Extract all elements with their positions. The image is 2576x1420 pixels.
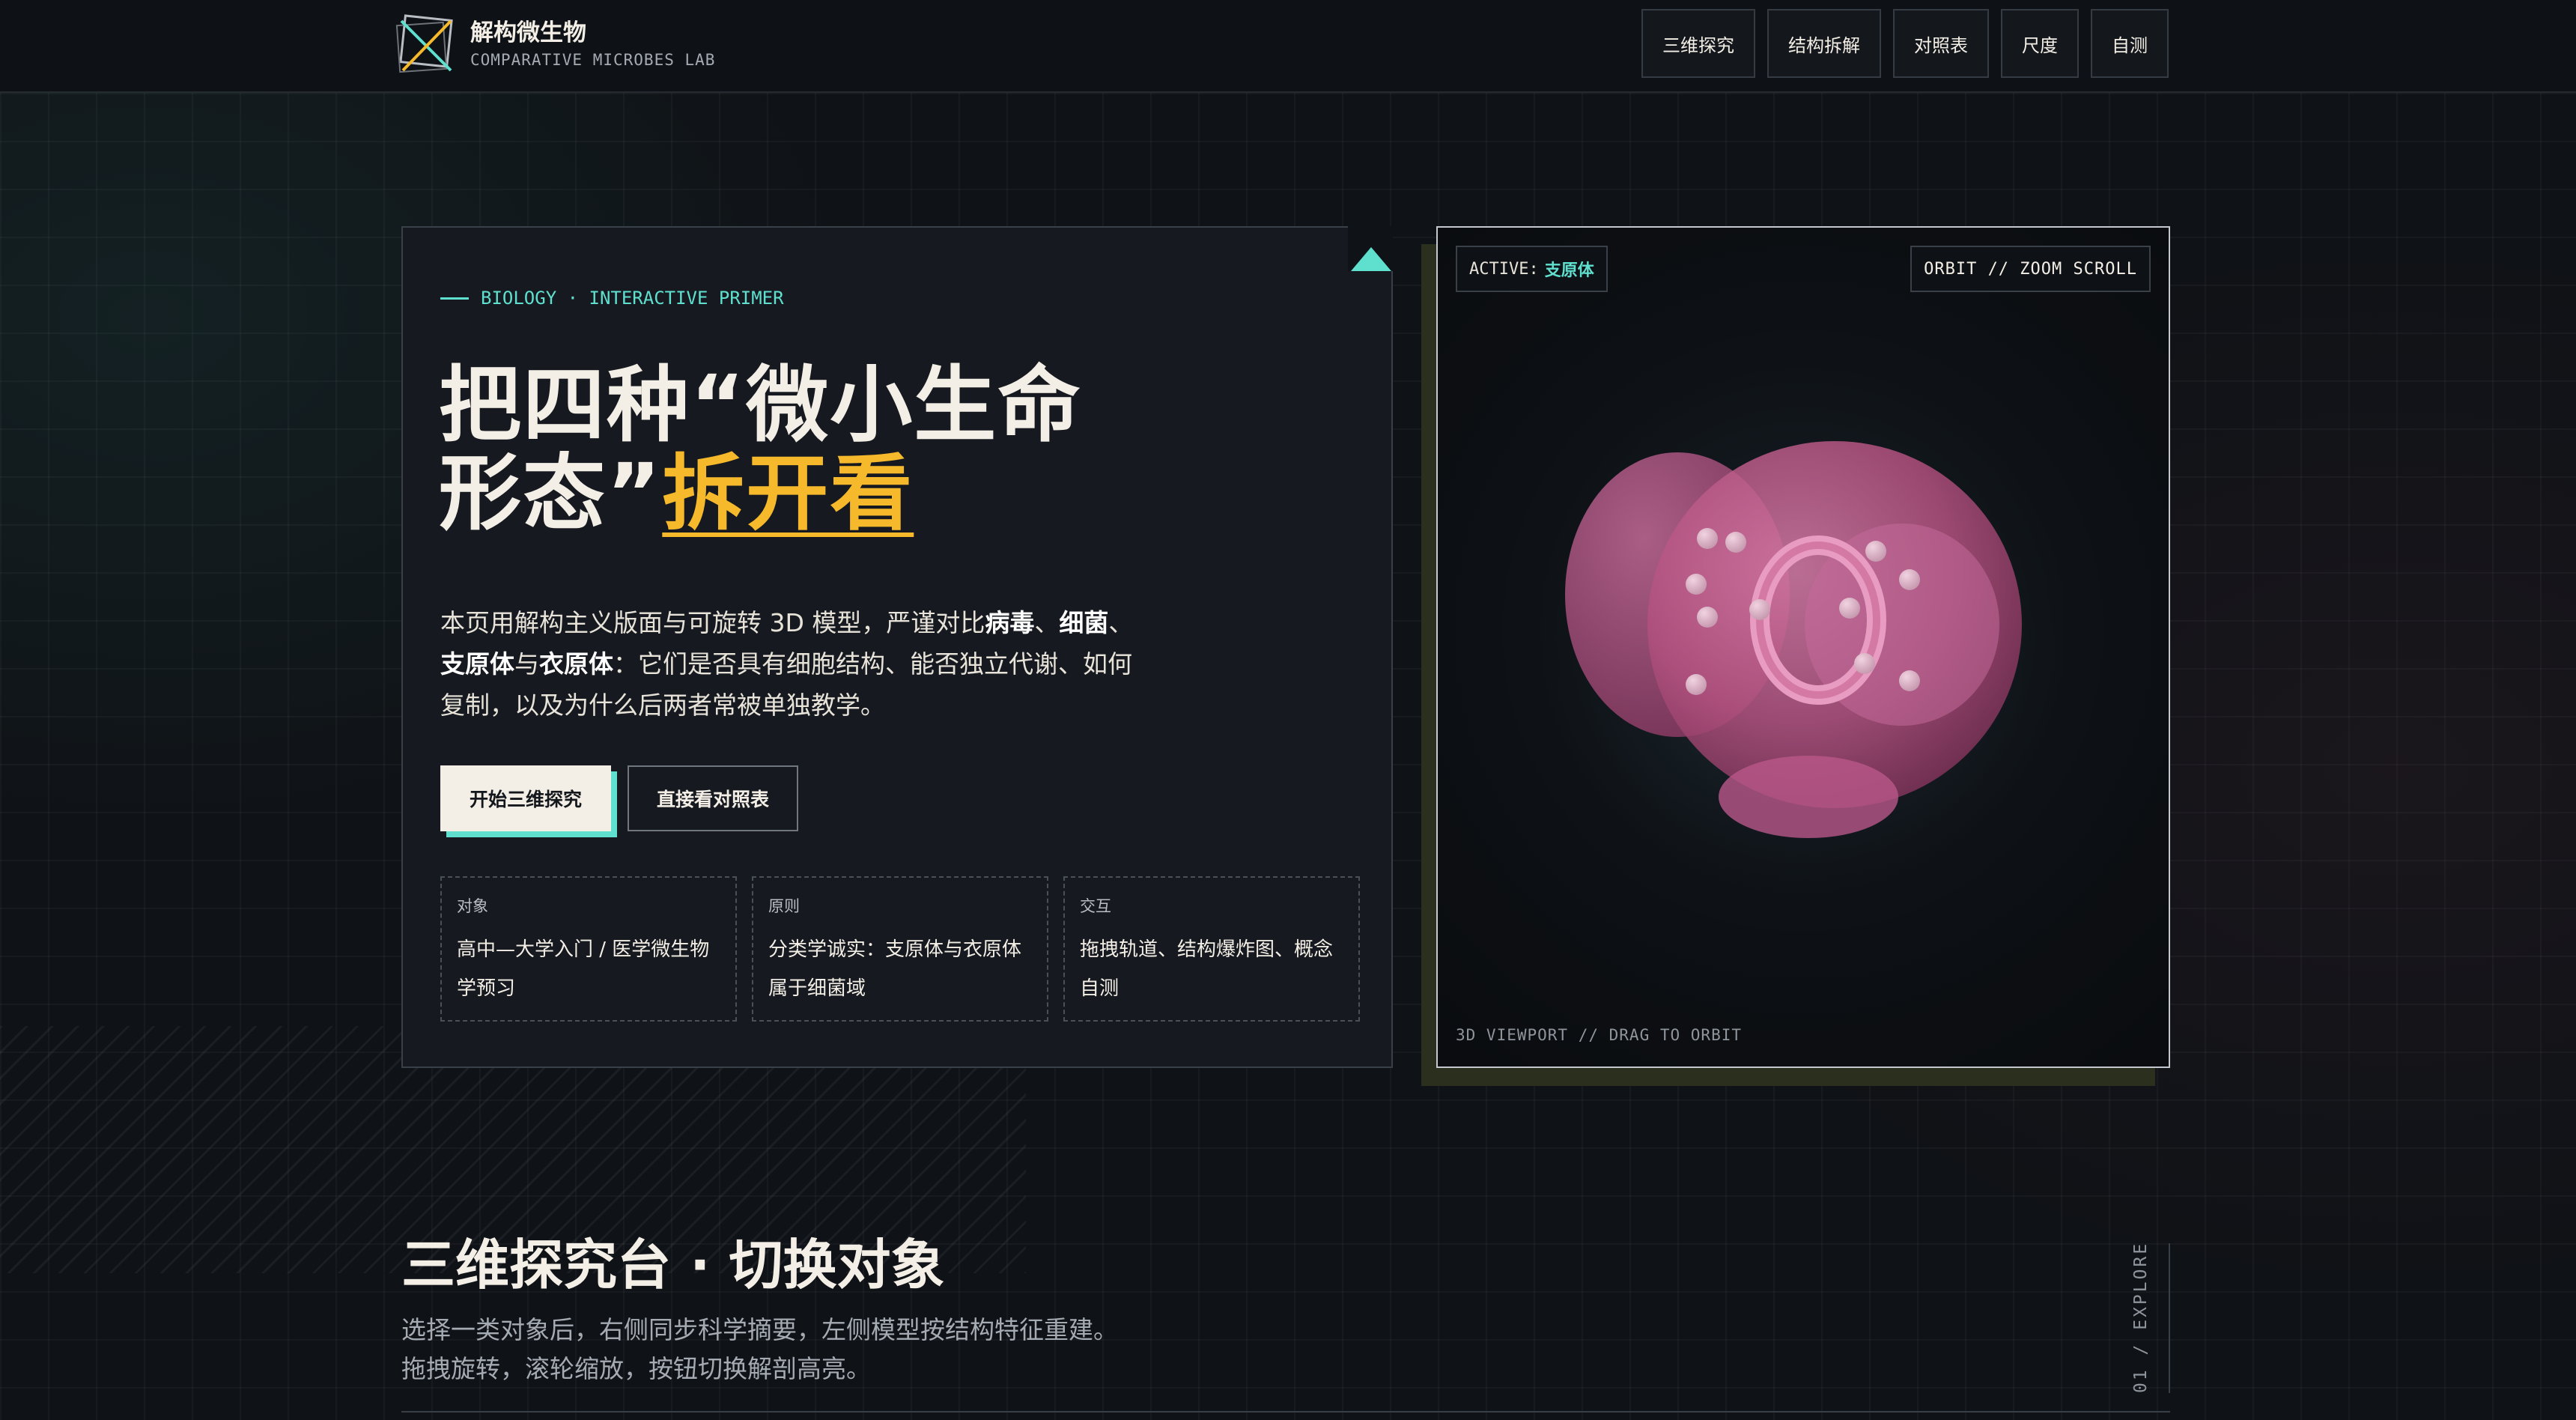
fact-label: 对象 xyxy=(457,897,488,915)
section-divider xyxy=(401,1411,2170,1413)
fact-card-principle: 原则 分类学诚实：支原体与衣原体属于细菌域 xyxy=(752,876,1048,1022)
model-ribosome xyxy=(1686,574,1707,595)
model-ribosome xyxy=(1749,599,1770,620)
main-nav: 三维探究 结构拆解 对照表 尺度 自测 xyxy=(1641,9,2169,78)
fact-card-audience: 对象 高中—大学入门 / 医学微生物学预习 xyxy=(440,876,737,1022)
hero-headline: 把四种“微小生命 形态”拆开看 xyxy=(439,361,1263,538)
lede-mycoplasma: 支原体 xyxy=(440,649,514,679)
model-lobe-bottom xyxy=(1719,756,1898,838)
fact-value: 拖拽轨道、结构爆炸图、概念自测 xyxy=(1080,938,1334,1000)
nav-comparison[interactable]: 对照表 xyxy=(1893,9,1989,78)
brand-subtitle: COMPARATIVE MICROBES LAB xyxy=(470,51,716,69)
section-desc-line1: 选择一类对象后，右侧同步科学摘要，左侧模型按结构特征重建。 xyxy=(401,1315,1118,1344)
viewport-caption: 3D VIEWPORT // DRAG TO ORBIT xyxy=(1456,1026,1743,1044)
active-object-badge: ACTIVE: 支原体 xyxy=(1456,246,1608,292)
nav-quiz[interactable]: 自测 xyxy=(2091,9,2169,78)
corner-triangle-icon xyxy=(1351,247,1391,271)
eyebrow-line xyxy=(440,297,469,300)
start-explore-button[interactable]: 开始三维探究 xyxy=(440,765,611,831)
section-tag-text: 01 / EXPLORE xyxy=(2131,1241,2151,1393)
fact-card-interaction: 交互 拖拽轨道、结构爆炸图、概念自测 xyxy=(1063,876,1360,1022)
active-label: ACTIVE: xyxy=(1469,259,1539,279)
fact-label: 原则 xyxy=(768,897,800,915)
section-desc-line2: 拖拽旋转，滚轮缩放，按钮切换解剖高亮。 xyxy=(401,1354,871,1383)
orbit-hint-badge: ORBIT // ZOOM SCROLL xyxy=(1910,246,2151,292)
lede-sep-2: 、 xyxy=(1108,608,1134,637)
view-table-button[interactable]: 直接看对照表 xyxy=(628,765,798,831)
active-value: 支原体 xyxy=(1544,261,1594,280)
fact-label: 交互 xyxy=(1080,897,1111,915)
hero-lede: 本页用解构主义版面与可旋转 3D 模型，严谨对比病毒、细菌、支原体与衣原体：它们… xyxy=(440,602,1137,726)
model-ribosome xyxy=(1686,674,1707,695)
lede-sep-1: 、 xyxy=(1034,608,1060,637)
nav-structure[interactable]: 结构拆解 xyxy=(1767,9,1881,78)
section-description: 选择一类对象后，右侧同步科学摘要，左侧模型按结构特征重建。 拖拽旋转，滚轮缩放，… xyxy=(401,1311,1225,1389)
logo-icon[interactable] xyxy=(395,10,458,76)
model-ribosome xyxy=(1899,569,1920,590)
model-ribosome xyxy=(1854,653,1875,674)
nav-3d-explore[interactable]: 三维探究 xyxy=(1641,9,1755,78)
headline-highlight: 拆开看 xyxy=(662,446,914,541)
section-tag: 01 / EXPLORE xyxy=(2125,1241,2170,1393)
eyebrow-text: BIOLOGY · INTERACTIVE PRIMER xyxy=(481,288,784,309)
fact-cards: 对象 高中—大学入门 / 医学微生物学预习 原则 分类学诚实：支原体与衣原体属于… xyxy=(440,876,1360,1022)
fact-value: 分类学诚实：支原体与衣原体属于细菌域 xyxy=(768,938,1022,1000)
model-ribosome xyxy=(1725,532,1746,553)
model-ribosome xyxy=(1899,670,1920,691)
mycoplasma-model[interactable] xyxy=(1535,437,2074,902)
headline-line1: 把四种“微小生命 xyxy=(439,357,1082,453)
lede-bacteria: 细菌 xyxy=(1059,608,1109,637)
model-ribosome xyxy=(1865,541,1886,562)
nav-scale[interactable]: 尺度 xyxy=(2001,9,2079,78)
lede-text-1: 本页用解构主义版面与可旋转 3D 模型，严谨对比 xyxy=(440,608,985,637)
fact-value: 高中—大学入门 / 医学微生物学预习 xyxy=(457,938,710,1000)
hero-eyebrow: BIOLOGY · INTERACTIVE PRIMER xyxy=(440,288,784,309)
section-title: 三维探究台 · 切换对象 xyxy=(401,1234,945,1296)
site-header: 解构微生物 COMPARATIVE MICROBES LAB 三维探究 结构拆解… xyxy=(0,0,2576,93)
lede-virus: 病毒 xyxy=(985,608,1035,637)
headline-line2: 形态” xyxy=(439,446,663,541)
lede-chlamydia: 衣原体 xyxy=(539,649,613,679)
model-ribosome xyxy=(1697,607,1718,628)
3d-viewport[interactable]: ACTIVE: 支原体 ORBIT // ZOOM SCROLL 3D VIEW… xyxy=(1436,226,2170,1068)
brand-title: 解构微生物 xyxy=(470,19,586,46)
lede-sep-3: 与 xyxy=(514,649,539,679)
model-ribosome xyxy=(1697,528,1718,549)
hero-card: BIOLOGY · INTERACTIVE PRIMER 把四种“微小生命 形态… xyxy=(401,226,1393,1068)
model-ribosome xyxy=(1839,598,1860,619)
